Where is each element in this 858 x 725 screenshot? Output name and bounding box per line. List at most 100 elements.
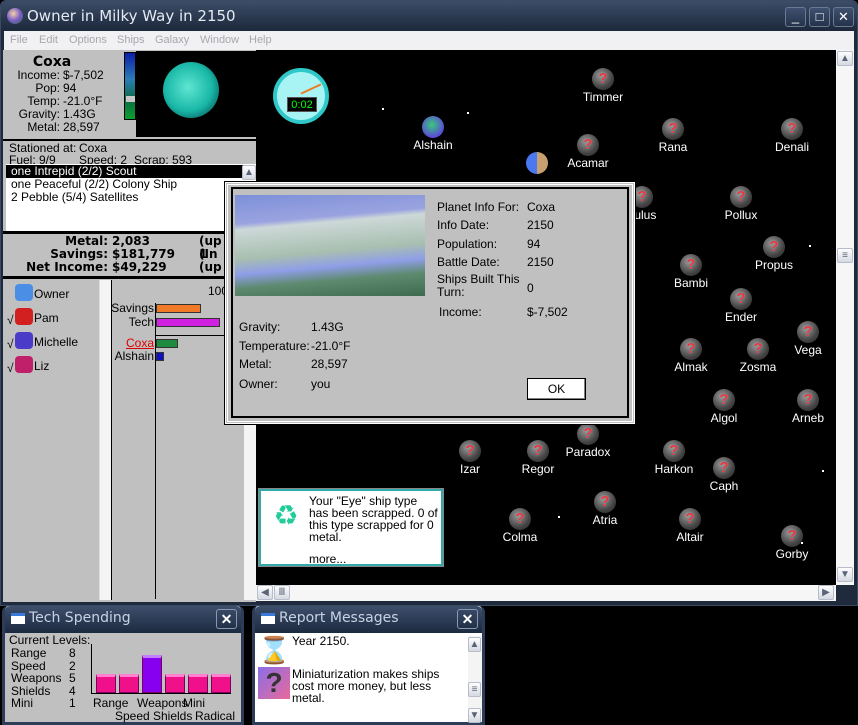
scroll-left-button[interactable]: ◀ xyxy=(257,585,273,600)
player-row[interactable]: √ Pam xyxy=(6,307,96,329)
tech-bar-shields[interactable] xyxy=(165,674,185,693)
star-arneb[interactable]: ? Arneb xyxy=(773,389,843,425)
tech-bar-mini[interactable] xyxy=(188,674,208,693)
tech-bar-radical[interactable] xyxy=(211,674,231,693)
star-name: Atria xyxy=(592,513,618,527)
star-izar[interactable]: ? Izar xyxy=(435,440,505,476)
close-icon[interactable]: ✕ xyxy=(457,609,478,629)
report-messages-window: Report Messages ✕ ⌛ Year 2150. ? Miniatu… xyxy=(252,606,485,725)
dialog-label: Planet Info For: xyxy=(437,200,520,214)
player-list: Owner √ Pam √ Michelle √ Liz xyxy=(6,280,101,600)
close-button[interactable]: ✕ xyxy=(833,7,854,27)
scroll-up-button[interactable]: ▲ xyxy=(468,637,481,652)
star-ender[interactable]: ? Ender xyxy=(706,288,776,324)
star-bambi[interactable]: ? Bambi xyxy=(656,254,726,290)
star-rana[interactable]: ? Rana xyxy=(638,118,708,154)
ship-list-item[interactable]: 2 Pebble (5/4) Satellites xyxy=(6,191,138,204)
star-gorby[interactable]: ? Gorby xyxy=(757,525,827,561)
tech-bar-weapons[interactable] xyxy=(142,655,162,693)
planet-icon[interactable] xyxy=(526,152,548,174)
dialog-value: -21.0°F xyxy=(311,339,351,353)
check-icon[interactable]: √ xyxy=(7,313,14,327)
menu-ships[interactable]: Ships xyxy=(117,34,145,46)
star-zosma[interactable]: ? Zosma xyxy=(723,338,793,374)
star-alshain[interactable]: Alshain xyxy=(398,116,468,152)
unknown-planet-icon: ? xyxy=(459,440,481,462)
star-paradox[interactable]: ? Paradox xyxy=(553,423,623,459)
maximize-button[interactable]: □ xyxy=(809,7,830,27)
star-name: Propus xyxy=(754,258,794,272)
scroll-thumb[interactable]: ≡ xyxy=(468,682,481,697)
star-denali[interactable]: ? Denali xyxy=(757,118,827,154)
star-name: Algol xyxy=(710,411,738,425)
star-acamar[interactable]: ? Acamar xyxy=(553,134,623,170)
scroll-thumb[interactable]: Ⅲ xyxy=(274,585,290,600)
check-icon[interactable]: √ xyxy=(7,361,14,375)
star-caph[interactable]: ? Caph xyxy=(689,457,759,493)
unknown-planet-icon: ? xyxy=(509,508,531,530)
star-name: Ender xyxy=(724,310,758,324)
player-row[interactable]: √ Liz xyxy=(6,355,96,377)
check-icon[interactable]: √ xyxy=(7,337,14,351)
tech-level-name: Speed xyxy=(11,658,46,673)
menu-edit[interactable]: Edit xyxy=(39,34,58,46)
fleet-ship-list[interactable]: one Intrepid (2/2) Scout one Peaceful (2… xyxy=(6,164,256,232)
dialog-value: 2150 xyxy=(527,255,554,269)
map-vertical-scrollbar[interactable]: ▲ ≡ ▼ xyxy=(836,50,854,585)
star-atria[interactable]: ? Atria xyxy=(570,491,640,527)
tech-chart-baseline xyxy=(91,693,231,694)
menu-file[interactable]: File xyxy=(10,34,28,46)
scroll-thumb[interactable]: ≡ xyxy=(837,248,853,263)
star-colma[interactable]: ? Colma xyxy=(485,508,555,544)
dialog-value: 1.43G xyxy=(311,320,344,334)
player-row[interactable]: Owner xyxy=(6,283,96,305)
scroll-down-button[interactable]: ▼ xyxy=(468,708,481,723)
finance-summary: Metal: 2,083 (up 1 Savings: $181,779 (In Net… xyxy=(3,231,256,279)
tech-spending-titlebar[interactable]: Tech Spending ✕ xyxy=(5,606,241,633)
scroll-right-button[interactable]: ▶ xyxy=(818,585,834,600)
close-icon[interactable]: ✕ xyxy=(216,609,237,629)
menu-galaxy[interactable]: Galaxy xyxy=(155,34,189,46)
report-message[interactable]: Miniaturization makes ships cost more mo… xyxy=(292,668,452,704)
unknown-planet-icon: ? xyxy=(781,525,803,547)
spending-label-alshain: Alshain xyxy=(114,349,154,363)
tech-bar-speed[interactable] xyxy=(119,674,139,693)
report-titlebar[interactable]: Report Messages ✕ xyxy=(255,606,482,633)
hourglass-icon: ⌛ xyxy=(258,635,291,665)
star-name: Almak xyxy=(674,360,708,374)
spending-bar-tech xyxy=(156,318,220,327)
more-link[interactable]: more... xyxy=(309,552,346,566)
player-row[interactable]: √ Michelle xyxy=(6,331,96,353)
player-avatar-icon xyxy=(15,356,33,373)
window-icon xyxy=(11,613,25,624)
tech-level-value: 2 xyxy=(69,658,76,673)
minimize-button[interactable]: _ xyxy=(785,7,806,27)
spending-label-coxa[interactable]: Coxa xyxy=(109,336,154,350)
tech-chart-label: Weapons xyxy=(137,696,188,710)
tech-bar-range[interactable] xyxy=(96,674,116,693)
star-name: Regor xyxy=(521,462,555,476)
menu-help[interactable]: Help xyxy=(249,34,272,46)
report-message[interactable]: Year 2150. xyxy=(292,634,350,648)
star-timmer[interactable]: ? Timmer xyxy=(568,68,638,104)
star-pollux[interactable]: ? Pollux xyxy=(706,186,776,222)
notification-text: Your "Eye" ship type has been scrapped. … xyxy=(309,494,438,544)
menu-options[interactable]: Options xyxy=(69,34,107,46)
star-algol[interactable]: ? Algol xyxy=(689,389,759,425)
star-name: Denali xyxy=(774,140,810,154)
scroll-down-button[interactable]: ▼ xyxy=(837,567,853,582)
scroll-up-button[interactable]: ▲ xyxy=(837,51,853,66)
star-propus[interactable]: ? Propus xyxy=(739,236,809,272)
menu-window[interactable]: Window xyxy=(200,34,239,46)
tech-level-value: 1 xyxy=(69,696,76,711)
scroll-up-button[interactable]: ▲ xyxy=(242,165,256,180)
unknown-planet-icon: ? xyxy=(592,68,614,90)
net-income-label: Net Income: xyxy=(26,260,108,274)
map-horizontal-scrollbar[interactable]: ◀ Ⅲ ▶ xyxy=(256,585,836,601)
title-bar[interactable]: Owner in Milky Way in 2150 _ □ ✕ xyxy=(1,1,857,31)
star-altair[interactable]: ? Altair xyxy=(655,508,725,544)
report-scrollbar[interactable]: ▲ ≡ ▼ xyxy=(468,636,482,723)
ok-button[interactable]: OK xyxy=(527,378,586,400)
star-almak[interactable]: ? Almak xyxy=(656,338,726,374)
dialog-label: Metal: xyxy=(239,357,272,371)
